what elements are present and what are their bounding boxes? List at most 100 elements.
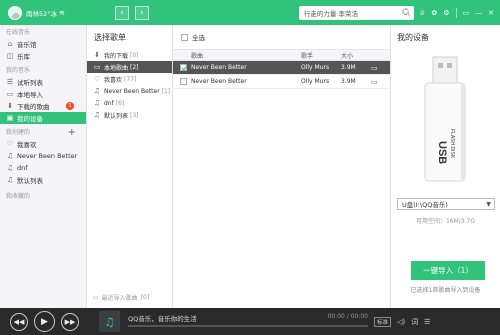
row-checkbox[interactable]: [180, 64, 187, 71]
local-music-icon: ▭: [93, 63, 101, 71]
table-row[interactable]: Never Been Better Olly Murs 3.9M ▭: [173, 61, 390, 75]
playlist-count: [77]: [124, 75, 137, 83]
section-label: 我创建的: [6, 129, 31, 136]
back-button[interactable]: ‹: [114, 5, 129, 20]
recent-import-item[interactable]: ▭ 最近导入歌曲 [0]: [93, 293, 149, 302]
sidebar-item-downloads[interactable]: ⬇ 下载的歌曲 1: [0, 100, 86, 112]
sidebar-item-label: 默认列表: [17, 177, 43, 185]
library-icon: ◫: [6, 52, 14, 60]
sidebar-item-dnf[interactable]: ♫ dnf: [0, 162, 86, 174]
sidebar-item-music-hall[interactable]: ⌂ 音乐馆: [0, 38, 86, 50]
song-artist: Olly Murs: [301, 78, 330, 85]
playback-time: 00:00 / 00:00: [327, 313, 368, 320]
music-hall-icon: ⌂: [7, 40, 13, 48]
quality-badge[interactable]: 标准: [374, 316, 392, 327]
drive-select[interactable]: U盘(I:\QQ音乐) ▼: [397, 198, 495, 210]
window-controls: 反馈 ♕ ✿ ⚙ ▭ — ✕: [399, 0, 494, 25]
sidebar-item-library[interactable]: ◫ 乐库: [0, 50, 86, 62]
next-button[interactable]: ▶▶: [61, 312, 79, 331]
sidebar: 在线音乐 ⌂ 音乐馆 ◫ 乐库 我的音乐 ☰ 试听列表 ▭ 本地导入 ⬇ 下载的歌曲 1 ▣…: [0, 25, 87, 308]
one-click-import-button[interactable]: 一键导入（1）: [411, 261, 485, 280]
playlist-count: [3]: [130, 111, 139, 119]
avatar[interactable]: [8, 5, 22, 20]
note-icon: ♫: [93, 99, 101, 107]
theme-icon[interactable]: ✿: [431, 9, 437, 17]
column-title[interactable]: 歌曲: [173, 51, 291, 60]
device-panel: 我的设备 USB FLASH DISK U盘(I:\QQ音乐) ▼ 可用空间：1…: [391, 25, 500, 308]
close-icon[interactable]: ✕: [488, 9, 494, 17]
play-button[interactable]: ▶: [34, 311, 55, 332]
mini-mode-icon[interactable]: ▭: [463, 9, 470, 17]
sidebar-item-default-list[interactable]: ♫ 默认列表: [0, 174, 86, 186]
free-space-text: 可用空间：16M/3.7G: [415, 218, 476, 225]
playlist-item[interactable]: ♡ 我喜欢 [77]: [87, 73, 172, 85]
previous-button[interactable]: ◀◀: [10, 312, 28, 331]
column-artist[interactable]: 歌手: [291, 51, 341, 60]
sidebar-item-label: 乐库: [17, 53, 30, 61]
player-bar: ◀◀ ▶ ▶▶ ♫ QQ音乐，音乐你的生活 00:00 / 00:00 标准 ◁…: [0, 308, 500, 335]
song-title: Never Been Better: [191, 64, 247, 71]
minimize-icon[interactable]: —: [475, 9, 482, 17]
heart-icon: ♡: [6, 140, 14, 148]
import-hint-text: 已选择1首歌曲导入到设备: [410, 287, 481, 294]
settings-icon[interactable]: ⚙: [443, 9, 449, 17]
song-size: 3.9M: [341, 64, 356, 71]
playlist-panel-title: 选择歌单: [94, 33, 126, 42]
sidebar-item-label: 本地导入: [17, 91, 43, 99]
recent-import-label: 最近导入歌曲: [101, 295, 138, 302]
list-icon: ☰: [6, 78, 14, 86]
select-all-checkbox[interactable]: 全选: [173, 25, 390, 49]
device-icon: ▭: [371, 77, 378, 86]
playlist-label: dnf: [104, 99, 114, 107]
search-input[interactable]: 行走的力量 李荣浩: [298, 5, 414, 20]
playlist-count: [6]: [115, 99, 125, 107]
sidebar-item-label: 我喜欢: [17, 141, 37, 149]
playlist-count: [0]: [130, 51, 139, 59]
username[interactable]: 雨林52°冰: [26, 8, 57, 18]
sidebar-item-never-been-better[interactable]: ♫ Never Been Better: [0, 150, 86, 162]
song-title: Never Been Better: [191, 78, 247, 85]
now-playing: QQ音乐，音乐你的生活 00:00 / 00:00: [128, 311, 368, 332]
sidebar-section-my-music: 我的音乐: [6, 67, 31, 74]
sidebar-item-my-device[interactable]: ▣ 我的设备: [0, 112, 86, 124]
playlist-item[interactable]: ▭ 本地歌曲 [2]: [87, 61, 172, 73]
column-size[interactable]: 大小: [341, 51, 371, 60]
feedback-link[interactable]: 反馈: [399, 8, 413, 18]
row-checkbox[interactable]: [180, 78, 187, 85]
select-all-label: 全选: [192, 34, 205, 42]
sidebar-item-local-import[interactable]: ▭ 本地导入: [0, 88, 86, 100]
forward-button[interactable]: ›: [134, 5, 149, 20]
note-icon: ♫: [6, 164, 14, 172]
checkbox[interactable]: [181, 33, 188, 41]
song-panel: 全选 歌曲 歌手 大小 Never Been Better Olly Murs …: [173, 25, 391, 308]
note-icon: ♫: [6, 176, 14, 184]
song-size: 3.9M: [341, 78, 356, 85]
recent-import-count: [0]: [140, 294, 150, 301]
album-cover[interactable]: ♫: [99, 311, 120, 332]
playlist-item[interactable]: ♫ dnf [6]: [87, 97, 172, 109]
sidebar-item-label: 下载的歌曲: [17, 103, 50, 111]
playlist-icon[interactable]: ☰: [424, 318, 430, 326]
heart-icon: ♡: [93, 75, 101, 83]
playlist-label: 我的下载: [104, 52, 129, 60]
playlist-item[interactable]: ⬇ 我的下载 [0]: [87, 49, 172, 61]
skin-icon[interactable]: ♕: [419, 9, 425, 17]
table-row[interactable]: Never Been Better Olly Murs 3.9M ▭: [173, 75, 390, 89]
usb-drive-icon: USB FLASH DISK: [424, 56, 466, 182]
recent-import-icon: ▭: [93, 294, 99, 301]
note-icon: ♫: [93, 87, 101, 95]
playlist-item[interactable]: ♫ Never Been Better [1]: [87, 85, 172, 97]
volume-icon[interactable]: ◁): [397, 318, 405, 326]
playlist-item[interactable]: ♫ 默认列表 [3]: [87, 109, 172, 121]
device-icon: ▭: [371, 63, 378, 72]
progress-bar[interactable]: [128, 325, 368, 327]
add-playlist-icon[interactable]: +: [68, 128, 76, 138]
sidebar-item-trial-list[interactable]: ☰ 试听列表: [0, 76, 86, 88]
playlist-count: [2]: [130, 63, 139, 71]
import-icon: ▭: [6, 90, 14, 98]
lyrics-icon[interactable]: 词: [411, 317, 418, 327]
device-icon: ▣: [6, 114, 14, 122]
notification-badge: 1: [66, 102, 74, 110]
sidebar-item-favorites[interactable]: ♡ 我喜欢: [0, 138, 86, 150]
chevron-down-icon: ▼: [486, 201, 491, 208]
